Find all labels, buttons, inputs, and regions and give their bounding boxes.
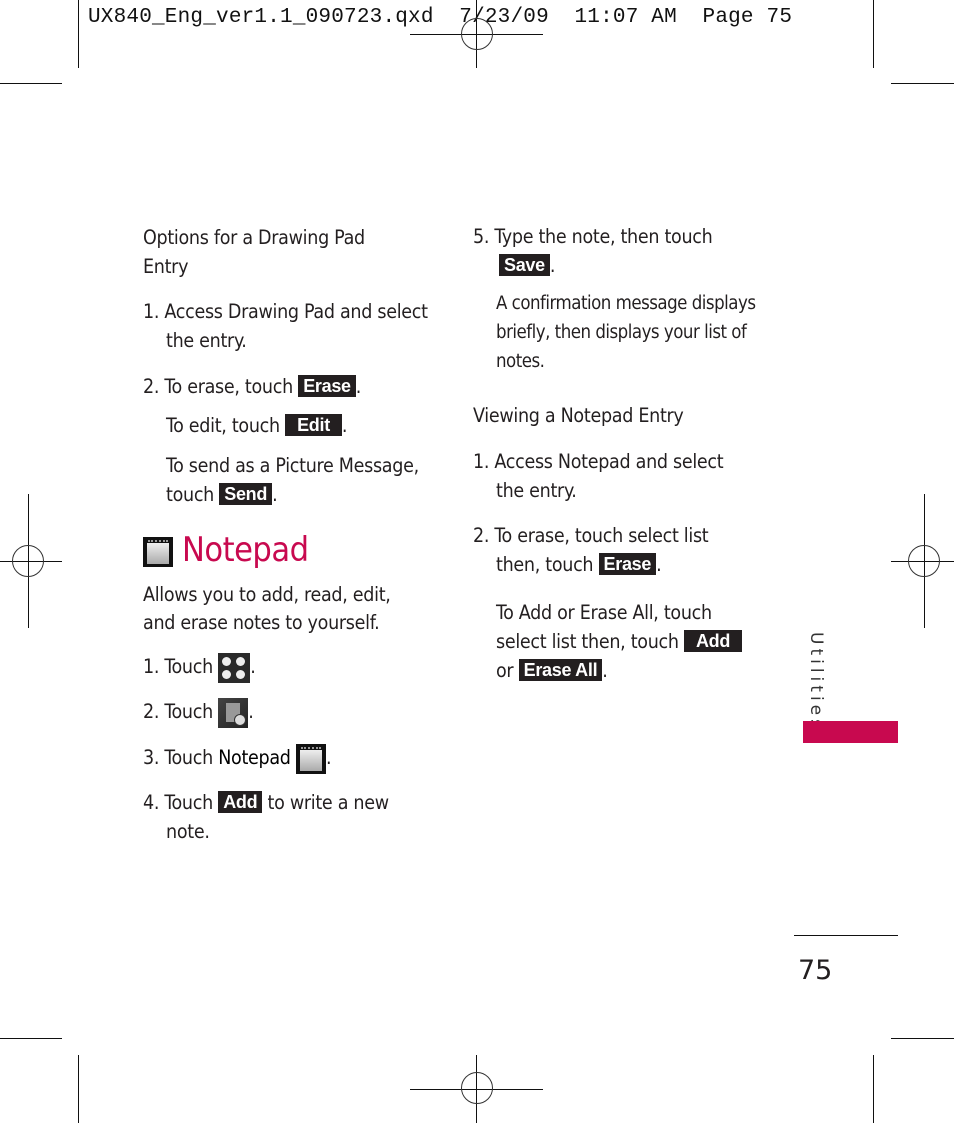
page-number-rule (794, 935, 898, 936)
slug-page: Page 75 (702, 6, 793, 29)
erase-all-button[interactable]: Erase All (518, 659, 603, 681)
save-button[interactable]: Save (499, 254, 550, 276)
notepad-step-1: 1. Touch . (143, 652, 256, 683)
multimedia-icon[interactable] (218, 697, 249, 728)
registration-circle (461, 18, 493, 50)
crop-mark (891, 83, 954, 84)
step-edit: To edit, touch Edit. (166, 414, 348, 437)
registration-circle (12, 545, 44, 577)
confirmation-note: A confirmation message displays briefly,… (496, 293, 756, 372)
send-button[interactable]: Send (219, 483, 273, 505)
notepad-icon[interactable] (295, 743, 326, 774)
page-number: 75 (798, 955, 833, 986)
slug-file: UX840_Eng_ver1.1_090723.qxd (88, 6, 434, 29)
view-step-2: 2. To erase, touch select list then, tou… (473, 524, 709, 576)
notepad-step-4: 4. Touch Add to write a new note. (143, 791, 389, 843)
crop-mark (0, 1038, 62, 1039)
erase-button[interactable]: Erase (298, 375, 356, 397)
edit-button[interactable]: Edit (285, 414, 342, 436)
crop-mark (873, 0, 874, 68)
add-button[interactable]: Add (683, 630, 743, 652)
crop-mark (78, 1055, 79, 1123)
step-erase: 2. To erase, touch Erase. (143, 375, 362, 398)
crop-mark (891, 1038, 954, 1039)
notepad-description: Allows you to add, read, edit, and erase… (143, 583, 391, 634)
crop-mark (78, 0, 79, 68)
section-tab-label: Utilities (806, 632, 826, 732)
notepad-step-5: 5. Type the note, then touch Save. (473, 225, 713, 277)
slug-line: UX840_Eng_ver1.1_090723.qxd 7/23/09 11:0… (88, 6, 792, 29)
notepad-step-2: 2. Touch . (143, 697, 254, 728)
notepad-step-3: 3. Touch Notepad . (143, 743, 332, 774)
registration-circle (461, 1072, 493, 1104)
add-erase-all-note: To Add or Erase All, touch select list t… (496, 598, 743, 685)
section-heading: Options for a Drawing Pad Entry (143, 226, 365, 278)
registration-circle (908, 545, 940, 577)
section-heading-viewing: Viewing a Notepad Entry (473, 404, 684, 427)
erase-button[interactable]: Erase (598, 553, 657, 575)
page-title: Notepad (182, 530, 309, 570)
notepad-icon (143, 537, 173, 567)
section-tab-marker (803, 721, 898, 743)
crop-mark (873, 1055, 874, 1123)
crop-mark (0, 83, 62, 84)
menu-grid-icon[interactable] (218, 652, 251, 683)
slug-time: 11:07 AM (574, 6, 677, 29)
view-step-1: 1. Access Notepad and select the entry. (473, 450, 724, 502)
step-access-drawing-pad: 1. Access Drawing Pad and select the ent… (143, 300, 428, 352)
step-send: To send as a Picture Message, touch Send… (166, 454, 419, 506)
add-button[interactable]: Add (218, 791, 263, 813)
